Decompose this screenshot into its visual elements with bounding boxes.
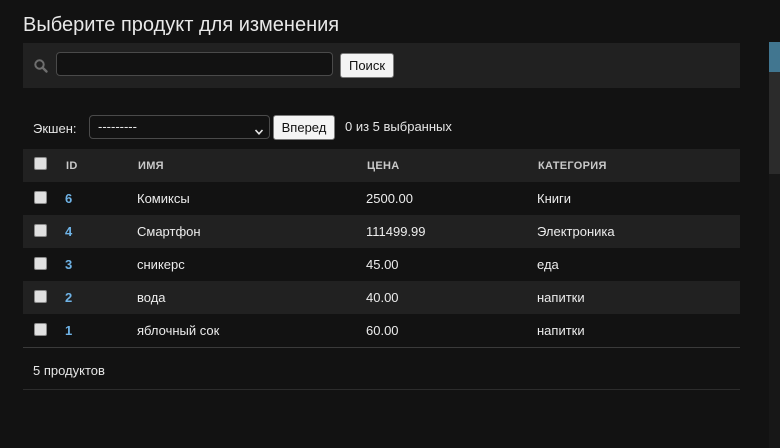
row-checkbox[interactable] [34, 290, 47, 304]
row-price: 45.00 [356, 248, 527, 281]
scrollbar-accent [769, 42, 780, 72]
row-id-link[interactable]: 1 [65, 323, 72, 338]
action-select[interactable]: --------- [89, 115, 270, 139]
row-name: яблочный сок [127, 314, 356, 348]
row-id-link[interactable]: 2 [65, 290, 72, 305]
result-count: 5 продуктов [33, 363, 105, 378]
row-id-link[interactable]: 4 [65, 224, 72, 239]
row-name: вода [127, 281, 356, 314]
changelist-page: Выберите продукт для изменения Поиск Экш… [0, 0, 780, 448]
row-category: еда [527, 248, 740, 281]
column-header-name[interactable]: ИМЯ [127, 149, 356, 182]
row-price: 2500.00 [356, 182, 527, 215]
row-price: 60.00 [356, 314, 527, 348]
paginator: 5 продуктов [23, 349, 740, 390]
row-price: 40.00 [356, 281, 527, 314]
row-checkbox[interactable] [34, 323, 47, 337]
table-header-row: ID ИМЯ ЦЕНА КАТЕГОРИЯ [23, 149, 740, 182]
row-checkbox[interactable] [34, 191, 47, 205]
chevron-down-icon [254, 122, 264, 135]
row-name: Комиксы [127, 182, 356, 215]
row-category: напитки [527, 281, 740, 314]
row-id-link[interactable]: 6 [65, 191, 72, 206]
actions-bar: Экшен: --------- Вперед 0 из 5 выбранных [23, 115, 740, 141]
row-checkbox[interactable] [34, 257, 47, 271]
row-name: Смартфон [127, 215, 356, 248]
select-all-checkbox[interactable] [34, 157, 47, 170]
table-row: 4 Смартфон 111499.99 Электроника [23, 215, 740, 248]
row-checkbox[interactable] [34, 224, 47, 238]
run-action-button[interactable]: Вперед [273, 115, 335, 140]
search-toolbar: Поиск [23, 43, 740, 88]
row-name: сникерс [127, 248, 356, 281]
search-input[interactable] [56, 52, 333, 76]
table-row: 3 сникерс 45.00 еда [23, 248, 740, 281]
row-category: Книги [527, 182, 740, 215]
row-id-link[interactable]: 3 [65, 257, 72, 272]
column-header-id[interactable]: ID [55, 149, 127, 182]
select-all-header [23, 149, 55, 182]
column-header-price[interactable]: ЦЕНА [356, 149, 527, 182]
action-select-value: --------- [98, 119, 137, 134]
table-row: 6 Комиксы 2500.00 Книги [23, 182, 740, 215]
page-title: Выберите продукт для изменения [23, 14, 340, 37]
search-icon [33, 58, 49, 74]
row-category: Электроника [527, 215, 740, 248]
row-price: 111499.99 [356, 215, 527, 248]
results-table: ID ИМЯ ЦЕНА КАТЕГОРИЯ 6 Комиксы 2500.00 … [23, 149, 740, 348]
table-row: 2 вода 40.00 напитки [23, 281, 740, 314]
table-row: 1 яблочный сок 60.00 напитки [23, 314, 740, 348]
column-header-category[interactable]: КАТЕГОРИЯ [527, 149, 740, 182]
search-button[interactable]: Поиск [340, 53, 394, 78]
actions-label: Экшен: [33, 121, 77, 136]
row-category: напитки [527, 314, 740, 348]
selected-counter: 0 из 5 выбранных [345, 119, 452, 134]
